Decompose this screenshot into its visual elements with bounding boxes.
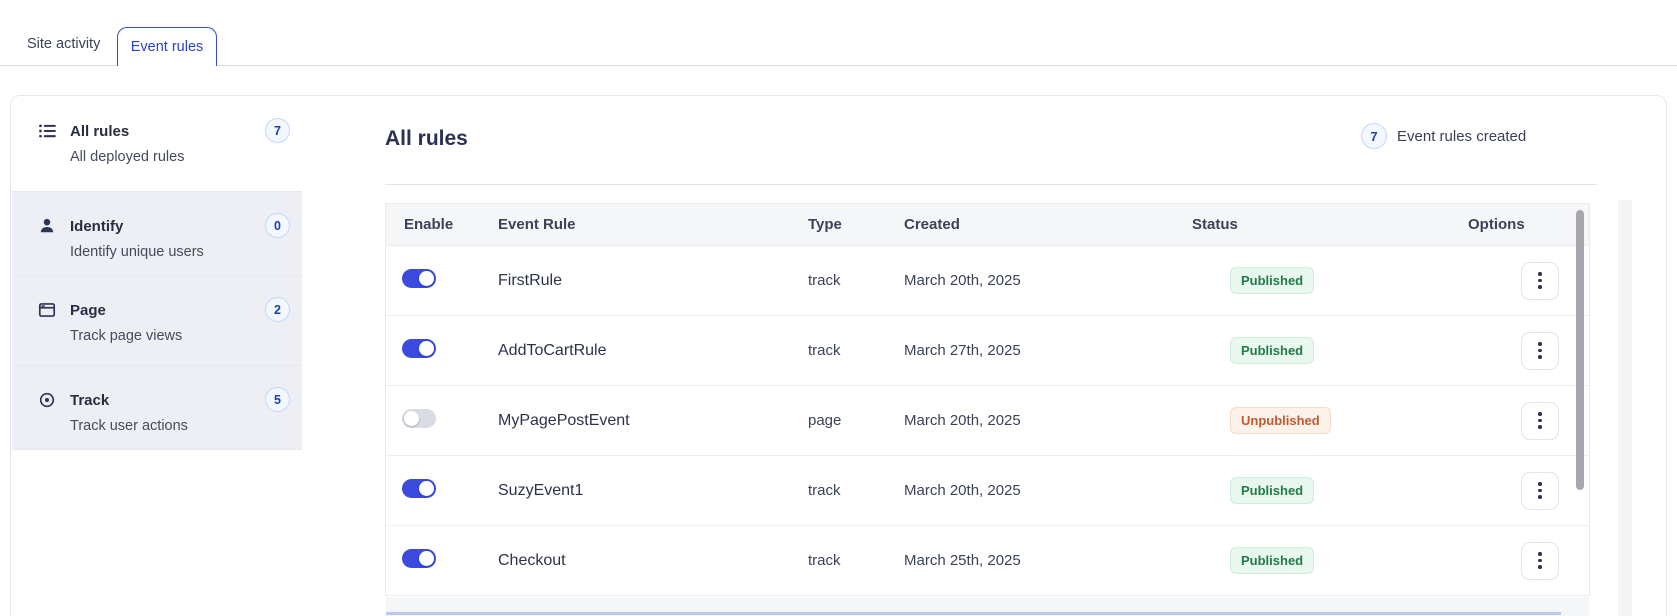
column-header-options: Options: [1468, 216, 1525, 233]
summary-label: Event rules created: [1397, 127, 1527, 145]
sidebar-item-identify[interactable]: Identify Identify unique users 0: [12, 192, 302, 276]
tabs-baseline-divider: [0, 65, 1677, 66]
event-rule-type: track: [808, 272, 841, 289]
status-badge: Published: [1230, 337, 1315, 364]
sidebar-count-badge: 0: [265, 213, 290, 238]
column-header-type: Type: [808, 216, 842, 233]
sidebar-item-label: Page: [70, 302, 106, 319]
table-row: AddToCartRule track March 27th, 2025 Pub…: [386, 316, 1589, 386]
enable-toggle[interactable]: [402, 408, 436, 428]
window-icon: [38, 301, 56, 319]
toggle-knob: [419, 480, 434, 496]
toggle-knob: [404, 410, 419, 426]
column-header-event-rule: Event Rule: [498, 216, 576, 233]
user-icon: [38, 217, 56, 235]
sidebar-count-badge: 2: [265, 297, 290, 322]
sidebar-count-badge: 7: [265, 118, 290, 143]
kebab-icon: [1538, 412, 1542, 416]
tab-event-rules[interactable]: Event rules: [117, 27, 217, 66]
enable-toggle[interactable]: [402, 548, 436, 568]
event-rule-created-date: March 20th, 2025: [904, 482, 1021, 499]
status-badge: Published: [1230, 267, 1315, 294]
table-row: Checkout track March 25th, 2025 Publishe…: [386, 526, 1589, 595]
event-rule-name: Checkout: [498, 551, 566, 569]
rule-category-sidebar: All rules All deployed rules 7 Identify …: [12, 97, 302, 450]
event-rule-name: MyPagePostEvent: [498, 411, 630, 429]
sidebar-item-label: Identify: [70, 218, 124, 235]
enable-toggle[interactable]: [402, 268, 436, 288]
table-header-row: Enable Event Rule Type Created Status Op…: [386, 204, 1589, 246]
event-rule-created-date: March 20th, 2025: [904, 412, 1021, 429]
event-rule-type: page: [808, 412, 842, 429]
sidebar-item-label: Track: [70, 392, 110, 409]
tab-site-activity[interactable]: Site activity: [27, 36, 100, 52]
status-badge: Published: [1230, 477, 1315, 504]
status-badge: Published: [1230, 547, 1315, 574]
event-rule-name: FirstRule: [498, 271, 563, 289]
toggle-knob: [419, 340, 434, 356]
column-header-status: Status: [1192, 216, 1238, 233]
table-scrollbar-thumb[interactable]: [1576, 210, 1584, 490]
kebab-icon: [1538, 482, 1542, 486]
sidebar-count-badge: 5: [265, 387, 290, 412]
table-row: MyPagePostEvent page March 20th, 2025 Un…: [386, 386, 1589, 456]
status-badge: Unpublished: [1230, 407, 1331, 434]
header-divider: [385, 184, 1597, 185]
sidebar-item-track[interactable]: Track Track user actions 5: [12, 366, 302, 450]
event-rule-type: track: [808, 552, 841, 569]
kebab-icon: [1538, 342, 1542, 346]
sidebar-item-description: Identify unique users: [70, 244, 204, 260]
sidebar-item-label: All rules: [70, 123, 130, 140]
sidebar-item-description: Track user actions: [70, 418, 188, 434]
toggle-knob: [419, 550, 434, 566]
table-row: SuzyEvent1 track March 20th, 2025 Publis…: [386, 456, 1589, 526]
row-options-button[interactable]: [1521, 471, 1559, 510]
page-title: All rules: [385, 127, 468, 150]
column-header-created: Created: [904, 216, 960, 233]
event-rule-type: track: [808, 482, 841, 499]
row-options-button[interactable]: [1521, 261, 1559, 300]
event-rule-created-date: March 27th, 2025: [904, 342, 1021, 359]
event-rules-table: Enable Event Rule Type Created Status Op…: [385, 203, 1590, 596]
column-header-enable: Enable: [404, 216, 454, 233]
kebab-icon: [1538, 272, 1542, 276]
event-rule-type: track: [808, 342, 841, 359]
row-options-button[interactable]: [1521, 331, 1559, 370]
row-options-button[interactable]: [1521, 401, 1559, 440]
event-rule-created-date: March 25th, 2025: [904, 552, 1021, 569]
event-rule-name: SuzyEvent1: [498, 481, 584, 499]
sidebar-item-description: Track page views: [70, 328, 183, 344]
event-rules-created-summary: 7 Event rules created: [1361, 123, 1526, 149]
table-row: FirstRule track March 20th, 2025 Publish…: [386, 246, 1589, 316]
sidebar-item-all-rules[interactable]: All rules All deployed rules 7: [12, 97, 302, 192]
sidebar-item-description: All deployed rules: [70, 149, 185, 165]
page: Site activity Event rules All rules All …: [0, 0, 1677, 616]
bottom-focus-line: [386, 612, 1561, 615]
enable-toggle[interactable]: [402, 338, 436, 358]
list-icon: [38, 122, 56, 140]
kebab-icon: [1538, 552, 1542, 556]
sidebar-item-page[interactable]: Page Track page views 2: [12, 276, 302, 366]
event-rule-name: AddToCartRule: [498, 341, 607, 359]
row-options-button[interactable]: [1521, 541, 1559, 580]
summary-count-badge: 7: [1361, 123, 1387, 149]
target-icon: [38, 391, 56, 409]
event-rule-created-date: March 20th, 2025: [904, 272, 1021, 289]
page-scrollbar-track[interactable]: [1618, 200, 1632, 616]
enable-toggle[interactable]: [402, 478, 436, 498]
toggle-knob: [419, 270, 434, 286]
